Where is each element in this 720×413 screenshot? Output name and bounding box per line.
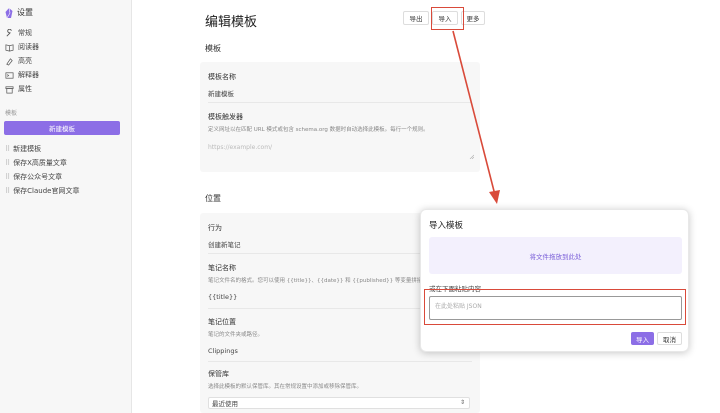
annotation-box-paste-area	[424, 289, 686, 325]
drag-handle-icon[interactable]: ⠿	[5, 159, 10, 167]
note-location-desc: 笔记的文件夹或路径。	[208, 332, 264, 338]
template-trigger-desc: 定义网址以在匹配 URL 模式或包含 schema.org 数据时自动选择此模板…	[208, 127, 429, 133]
sidebar: 设置 常规 阅读器 高亮 解释器 属性 模板 新建模板 ⠿ 新建模板 ⠿ 保存X…	[0, 0, 132, 413]
note-name-input[interactable]: {{title}}	[208, 293, 237, 301]
sidebar-item-label: 属性	[18, 85, 32, 93]
obsidian-logo-icon	[5, 7, 13, 18]
sidebar-item-label: 解释器	[18, 71, 39, 79]
sidebar-header: 设置	[5, 7, 33, 18]
note-name-desc: 笔记文件名的格式。您可以使用 {{title}}、{{date}} 和 {{pu…	[208, 278, 450, 284]
location-section-title: 位置	[205, 194, 221, 203]
vault-label: 保管库	[208, 370, 229, 378]
file-dropzone[interactable]: 将文件拖放到此处	[429, 237, 682, 274]
template-settings-card: 模板名称 新建模板 模板触发器 定义网址以在匹配 URL 模式或包含 schem…	[200, 62, 480, 172]
wrench-icon	[6, 28, 12, 37]
sidebar-item-general[interactable]: 常规	[5, 28, 32, 38]
terminal-icon	[5, 71, 14, 79]
sidebar-item-reader[interactable]: 阅读器	[5, 42, 39, 52]
behavior-select[interactable]: 创建新笔记	[208, 239, 241, 249]
vault-select-value: 最近使用	[212, 400, 238, 408]
highlighter-icon	[6, 57, 13, 66]
template-trigger-label: 模板触发器	[208, 113, 243, 121]
template-label: 保存X高质量文章	[13, 159, 67, 167]
template-section-title: 模板	[205, 44, 221, 53]
sidebar-item-properties[interactable]: 属性	[5, 84, 32, 94]
chevron-updown-icon: ⇕	[459, 399, 465, 406]
page-title: 编辑模板	[205, 15, 258, 30]
sidebar-item-interpreter[interactable]: 解释器	[5, 70, 39, 80]
divider	[208, 361, 472, 362]
modal-title: 导入模板	[429, 221, 464, 231]
template-list-item[interactable]: ⠿ 保存公众号文章	[5, 172, 62, 182]
export-button[interactable]: 导出	[403, 11, 429, 25]
sidebar-item-label: 常规	[18, 29, 32, 37]
behavior-label: 行为	[208, 224, 222, 232]
template-list-item[interactable]: ⠿ 保存Claude官网文章	[5, 186, 79, 196]
template-label: 保存公众号文章	[13, 173, 63, 181]
annotation-box-import-button	[431, 7, 464, 30]
book-icon	[5, 43, 14, 51]
sidebar-section-label: 模板	[5, 110, 18, 117]
drag-handle-icon[interactable]: ⠿	[5, 145, 10, 153]
template-trigger-input[interactable]: https://example.com/	[208, 144, 272, 151]
sidebar-item-label: 阅读器	[18, 43, 39, 51]
drag-handle-icon[interactable]: ⠿	[5, 173, 10, 181]
note-name-label: 笔记名称	[208, 264, 236, 272]
vault-desc: 选择此模板的默认保管库。其在常规设置中添加或移除保管库。	[208, 384, 363, 390]
resize-handle-icon[interactable]	[469, 154, 474, 159]
import-template-modal: 导入模板 将文件拖放到此处 或在下面粘贴内容 在此处粘贴 JSON 导入 取消	[420, 209, 689, 352]
template-list-item[interactable]: ⠿ 新建模板	[5, 144, 41, 154]
modal-import-button[interactable]: 导入	[631, 332, 654, 345]
sidebar-item-label: 高亮	[18, 57, 32, 65]
archive-icon	[5, 85, 14, 93]
note-location-label: 笔记位置	[208, 318, 236, 326]
template-list-item[interactable]: ⠿ 保存X高质量文章	[5, 158, 67, 168]
template-label: 保存Claude官网文章	[13, 187, 80, 195]
template-name-label: 模板名称	[208, 73, 236, 81]
sidebar-title: 设置	[17, 8, 33, 17]
new-template-button[interactable]: 新建模板	[4, 121, 120, 135]
more-button[interactable]: 更多	[461, 11, 485, 25]
vault-select[interactable]: 最近使用 ⇕	[208, 397, 470, 409]
template-label: 新建模板	[13, 145, 42, 153]
template-name-input[interactable]: 新建模板	[208, 88, 234, 98]
modal-cancel-button[interactable]: 取消	[657, 332, 682, 345]
sidebar-item-highlights[interactable]: 高亮	[5, 56, 32, 66]
drag-handle-icon[interactable]: ⠿	[5, 187, 10, 195]
note-location-input[interactable]: Clippings	[208, 347, 238, 355]
divider	[208, 102, 472, 103]
